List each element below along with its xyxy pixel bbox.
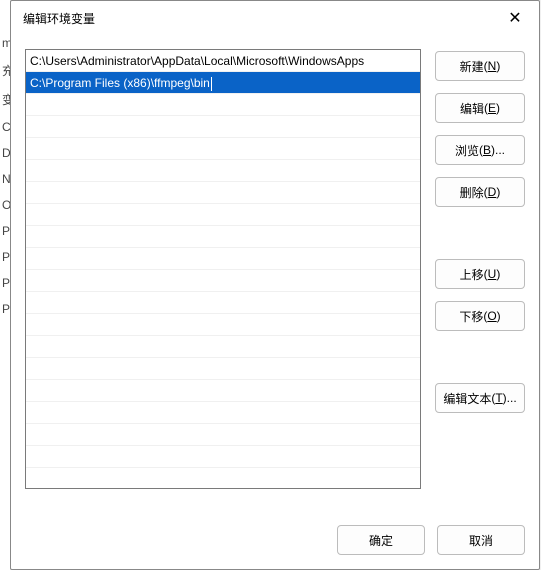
list-row-empty[interactable] (26, 424, 420, 446)
edit-cursor (211, 77, 212, 91)
background-label: O (0, 192, 10, 218)
edit-button[interactable]: 编辑(E) (435, 93, 525, 123)
background-label: P (0, 244, 10, 270)
list-row-empty[interactable] (26, 270, 420, 292)
titlebar: 编辑环境变量 ✕ (11, 1, 539, 35)
list-row-empty[interactable] (26, 204, 420, 226)
list-row[interactable]: C:\Users\Administrator\AppData\Local\Mic… (26, 50, 420, 72)
browse-button[interactable]: 浏览(B)... (435, 135, 525, 165)
list-row-empty[interactable] (26, 182, 420, 204)
background-label: 变 (0, 85, 10, 114)
list-row-empty[interactable] (26, 468, 420, 489)
ok-button[interactable]: 确定 (337, 525, 425, 555)
background-label: D (0, 140, 10, 166)
dialog-footer: 确定 取消 (11, 511, 539, 569)
cancel-button[interactable]: 取消 (437, 525, 525, 555)
background-label: 充 (0, 56, 10, 85)
list-row-empty[interactable] (26, 336, 420, 358)
move-down-button[interactable]: 下移(O) (435, 301, 525, 331)
list-row-empty[interactable] (26, 292, 420, 314)
list-row-empty[interactable] (26, 226, 420, 248)
edit-text-button[interactable]: 编辑文本(T)... (435, 383, 525, 413)
list-row-empty[interactable] (26, 314, 420, 336)
list-row-empty[interactable] (26, 116, 420, 138)
list-row-empty[interactable] (26, 160, 420, 182)
background-label: m (0, 30, 10, 56)
background-label: P (0, 218, 10, 244)
button-group-spacer (435, 219, 525, 247)
list-row-empty[interactable] (26, 138, 420, 160)
path-listbox[interactable]: C:\Users\Administrator\AppData\Local\Mic… (25, 49, 421, 489)
delete-button[interactable]: 删除(D) (435, 177, 525, 207)
dialog-content: C:\Users\Administrator\AppData\Local\Mic… (11, 35, 539, 511)
button-group-spacer-2 (435, 343, 525, 371)
list-row-empty[interactable] (26, 358, 420, 380)
list-row-empty[interactable] (26, 402, 420, 424)
move-up-button[interactable]: 上移(U) (435, 259, 525, 289)
background-label: P (0, 296, 10, 322)
new-button[interactable]: 新建(N) (435, 51, 525, 81)
list-row-empty[interactable] (26, 380, 420, 402)
close-icon: ✕ (508, 8, 521, 28)
edit-env-var-dialog: 编辑环境变量 ✕ C:\Users\Administrator\AppData\… (10, 0, 540, 570)
list-row-empty[interactable] (26, 446, 420, 468)
sidebar-buttons: 新建(N) 编辑(E) 浏览(B)... 删除(D) 上移(U) 下移(O) 编… (435, 49, 525, 511)
list-row-empty[interactable] (26, 248, 420, 270)
background-label: C (0, 114, 10, 140)
background-label: N (0, 166, 10, 192)
list-row-selected[interactable]: C:\Program Files (x86)\ffmpeg\bin (26, 72, 420, 94)
list-row-empty[interactable] (26, 94, 420, 116)
dialog-title: 编辑环境变量 (23, 10, 493, 27)
background-label: P (0, 270, 10, 296)
close-button[interactable]: ✕ (493, 3, 537, 33)
background-window-strip: m充变CDNOPPPP (0, 0, 10, 570)
